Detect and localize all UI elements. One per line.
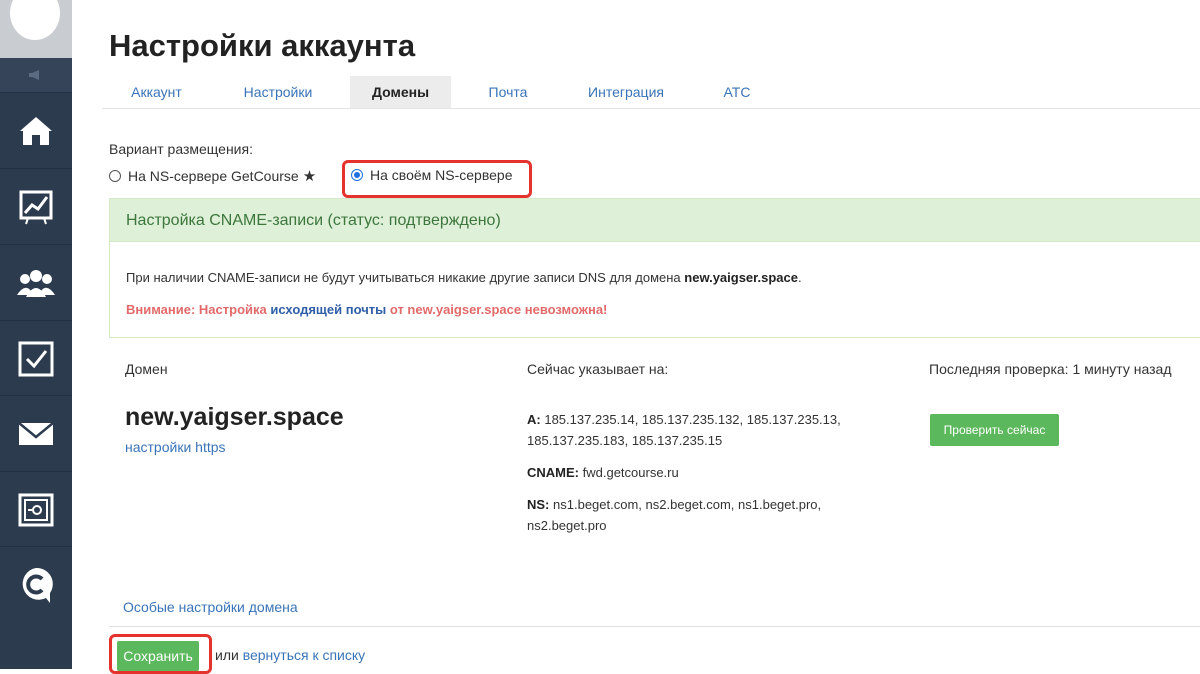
star-icon: ★ bbox=[302, 168, 317, 185]
col-domain-header: Домен bbox=[125, 361, 168, 377]
sidebar-item-tasks[interactable] bbox=[0, 320, 72, 396]
sidebar-profile-area bbox=[0, 0, 72, 58]
tab-ats[interactable]: АТС bbox=[716, 76, 758, 108]
or-text: или bbox=[215, 647, 239, 663]
radio-button-selected[interactable] bbox=[351, 169, 363, 181]
cname-warning: Внимание: Настройка исходящей почты от n… bbox=[126, 302, 607, 317]
chart-icon bbox=[19, 190, 53, 224]
col-points-header: Сейчас указывает на: bbox=[527, 361, 669, 377]
record-cname: CNAME: fwd.getcourse.ru bbox=[527, 462, 857, 483]
cname-info-domain: new.yaigser.space bbox=[684, 270, 798, 285]
radio-own-ns[interactable]: На своём NS-сервере bbox=[351, 167, 512, 183]
radio-own-ns-label: На своём NS-сервере bbox=[370, 167, 513, 183]
settings-tabs: Аккаунт Настройки Домены Почта Интеграци… bbox=[102, 76, 1200, 109]
outgoing-mail-link[interactable]: исходящей почты bbox=[270, 302, 386, 317]
sidebar bbox=[0, 0, 72, 669]
megaphone-icon[interactable] bbox=[0, 58, 72, 92]
placement-label: Вариант размещения: bbox=[109, 141, 253, 157]
safe-icon bbox=[18, 493, 54, 526]
cname-info-text: При наличии CNAME-записи не будут учитыв… bbox=[126, 270, 802, 285]
tab-domains[interactable]: Домены bbox=[350, 76, 451, 108]
warning-prefix: Внимание: Настройка bbox=[126, 302, 271, 317]
back-to-list-link[interactable]: вернуться к списку bbox=[243, 647, 365, 663]
avatar[interactable] bbox=[10, 0, 60, 40]
divider bbox=[109, 626, 1200, 627]
cname-status-header: Настройка CNAME-записи (статус: подтверж… bbox=[110, 199, 1200, 242]
cname-info-suffix: . bbox=[797, 270, 802, 285]
sidebar-item-getcourse[interactable] bbox=[0, 546, 72, 622]
warning-suffix: от new.yaigser.space невозможна! bbox=[386, 302, 608, 317]
record-a-value: 185.137.235.14, 185.137.235.132, 185.137… bbox=[527, 412, 841, 448]
record-ns: NS: ns1.beget.com, ns2.beget.com, ns1.be… bbox=[527, 494, 857, 536]
mail-icon bbox=[18, 421, 54, 445]
tab-mail[interactable]: Почта bbox=[480, 76, 536, 108]
home-icon bbox=[20, 116, 52, 145]
sidebar-item-users[interactable] bbox=[0, 244, 72, 320]
record-cname-value: fwd.getcourse.ru bbox=[582, 465, 679, 480]
radio-getcourse-ns-label: На NS-сервере GetCourse bbox=[128, 168, 299, 184]
tab-account[interactable]: Аккаунт bbox=[120, 76, 193, 108]
getcourse-logo-icon bbox=[22, 567, 53, 603]
tab-settings[interactable]: Настройки bbox=[230, 76, 326, 108]
record-ns-type: NS: bbox=[527, 497, 550, 512]
sidebar-item-reports[interactable] bbox=[0, 168, 72, 244]
check-now-button[interactable]: Проверить сейчас bbox=[930, 414, 1059, 446]
sidebar-item-safe[interactable] bbox=[0, 471, 72, 547]
radio-button[interactable] bbox=[109, 170, 121, 182]
https-settings-link[interactable]: настройки https bbox=[125, 439, 226, 455]
record-cname-type: CNAME: bbox=[527, 465, 579, 480]
cname-info-prefix: При наличии CNAME-записи не будут учитыв… bbox=[126, 270, 685, 285]
tab-integration[interactable]: Интеграция bbox=[580, 76, 672, 108]
col-check-header: Последняя проверка: 1 минуту назад bbox=[929, 361, 1172, 377]
radio-getcourse-ns[interactable]: На NS-сервере GetCourse ★ bbox=[109, 167, 316, 185]
footer-actions: или вернуться к списку bbox=[215, 647, 365, 663]
page-title: Настройки аккаунта bbox=[109, 28, 416, 63]
sidebar-item-mail[interactable] bbox=[0, 395, 72, 471]
record-a-type: A: bbox=[527, 412, 541, 427]
sidebar-item-home[interactable] bbox=[0, 92, 72, 168]
record-ns-value: ns1.beget.com, ns2.beget.com, ns1.beget.… bbox=[527, 497, 822, 533]
users-icon bbox=[17, 269, 55, 297]
record-a: A: 185.137.235.14, 185.137.235.132, 185.… bbox=[527, 409, 857, 451]
checkbox-icon bbox=[18, 341, 54, 376]
cname-panel: Настройка CNAME-записи (статус: подтверж… bbox=[109, 198, 1200, 338]
domain-name: new.yaigser.space bbox=[125, 403, 344, 431]
special-domain-settings-link[interactable]: Особые настройки домена bbox=[123, 599, 298, 615]
save-button[interactable]: Сохранить bbox=[117, 641, 199, 671]
